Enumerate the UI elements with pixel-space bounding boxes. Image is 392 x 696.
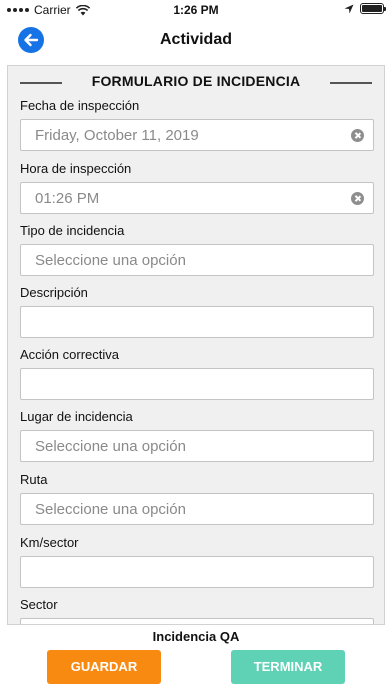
sector-label: Sector [20,597,58,612]
incident-location-label: Lugar de incidencia [20,409,133,424]
inspection-time-value: 01:26 PM [35,190,100,207]
section-title: FORMULARIO DE INCIDENCIA [91,73,301,89]
route-placeholder: Seleccione una opción [35,501,186,518]
incident-type-label: Tipo de incidencia [20,223,125,238]
section-divider-right [330,82,372,84]
route-select[interactable]: Seleccione una opción [20,493,374,525]
route-label: Ruta [20,472,48,487]
km-sector-field[interactable] [20,556,374,588]
status-bar: Carrier 1:26 PM [0,0,392,20]
inspection-date-value: Friday, October 11, 2019 [35,127,199,144]
description-label: Descripción [20,285,88,300]
nav-bar: Actividad [0,20,392,62]
page-title: Actividad [159,31,232,48]
battery-icon [360,3,386,14]
inspection-time-label: Hora de inspección [20,161,132,176]
status-right [344,3,386,14]
incident-type-placeholder: Seleccione una opción [35,252,186,269]
incident-location-select[interactable]: Seleccione una opción [20,430,374,462]
section-header: FORMULARIO DE INCIDENCIA [18,71,374,93]
clear-icon[interactable] [351,192,364,205]
incident-location-placeholder: Seleccione una opción [35,438,186,455]
description-field[interactable] [20,306,374,338]
inspection-date-field[interactable]: Friday, October 11, 2019 [20,119,374,151]
km-sector-label: Km/sector [20,535,79,550]
inspection-time-field[interactable]: 01:26 PM [20,182,374,214]
corrective-action-field[interactable] [20,368,374,400]
status-time: 1:26 PM [173,3,219,17]
finish-button[interactable]: TERMINAR [231,650,345,684]
corrective-action-label: Acción correctiva [20,347,119,362]
footer-caption: Incidencia QA [152,629,240,644]
clear-icon[interactable] [351,129,364,142]
save-button[interactable]: GUARDAR [47,650,161,684]
sector-field[interactable] [20,618,374,624]
inspection-date-label: Fecha de inspección [20,98,140,113]
incident-type-select[interactable]: Seleccione una opción [20,244,374,276]
location-arrow-icon [344,4,354,13]
incident-form-panel: FORMULARIO DE INCIDENCIA Fecha de inspec… [7,65,385,625]
